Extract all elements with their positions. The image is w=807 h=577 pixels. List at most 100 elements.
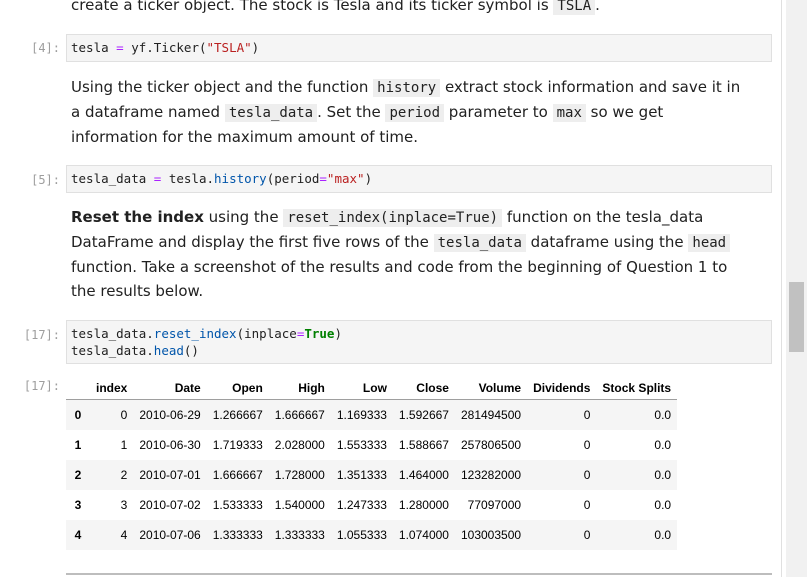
table-cell: 281494500 <box>460 408 522 422</box>
md-text: . Set the <box>317 103 386 121</box>
code-function: head <box>153 343 184 358</box>
table-cell: 103003500 <box>460 528 522 542</box>
code-keyword: True <box>304 326 335 341</box>
table-cell: 3 <box>120 498 128 512</box>
inline-code: history <box>373 79 441 97</box>
table-cell: 257806500 <box>460 438 522 452</box>
code-cell-17[interactable]: tesla_data.reset_index(inplace=True) tes… <box>66 320 772 364</box>
code-token: (period <box>266 171 320 186</box>
table-cell: 1.266667 <box>212 408 263 422</box>
table-cell: 0 <box>583 408 591 422</box>
row-index: 1 <box>74 438 82 452</box>
table-cell: 0 <box>583 438 591 452</box>
inline-code: max <box>552 104 586 122</box>
code-line: tesla_data.reset_index(inplace=True) <box>71 325 767 342</box>
code-token: (inplace <box>236 326 297 341</box>
row-index: 0 <box>74 408 82 422</box>
md-text: parameter to <box>444 103 553 121</box>
table-cell: 77097000 <box>467 498 522 512</box>
notebook-right-border <box>781 0 782 577</box>
table-cell: 2.028000 <box>274 438 325 452</box>
table-cell: 0.0 <box>654 468 672 482</box>
table-cell: 1.666667 <box>212 468 263 482</box>
inline-code: head <box>688 234 731 252</box>
code-string: "max" <box>326 171 365 186</box>
column-header: Low <box>362 381 387 395</box>
markdown-cell-history: Using the ticker object and the function… <box>71 75 751 149</box>
code-token: = <box>153 171 162 186</box>
table-cell: 1.533333 <box>212 498 263 512</box>
inline-code: period <box>385 104 445 122</box>
table-cell: 1.351333 <box>336 468 387 482</box>
column-header: Volume <box>478 381 522 395</box>
code-token: ) <box>251 40 260 55</box>
table-cell: 2010-06-30 <box>139 438 201 452</box>
table-cell: 2010-07-02 <box>139 498 201 512</box>
row-index: 4 <box>74 528 82 542</box>
table-cell: 0 <box>583 498 591 512</box>
table-cell: 1.728000 <box>274 468 325 482</box>
code-token: tesla. <box>168 171 215 186</box>
table-cell: 1.074000 <box>398 528 449 542</box>
table-cell: 1.333333 <box>274 528 325 542</box>
table-row: 3 3 2010-07-02 1.533333 1.540000 1.24733… <box>66 490 677 520</box>
code-token: ) <box>364 171 373 186</box>
table-cell: 1.588667 <box>398 438 449 452</box>
column-header: index <box>96 381 128 395</box>
code-token: ) <box>334 326 342 341</box>
table-cell: 2 <box>120 468 128 482</box>
markdown-cell-reset-index: Reset the index using the reset_index(in… <box>71 205 751 303</box>
table-cell: 123282000 <box>460 468 522 482</box>
table-cell: 0.0 <box>654 438 672 452</box>
code-token: ( <box>198 40 207 55</box>
code-token: = <box>319 171 327 186</box>
code-token: yf.Ticker <box>131 40 199 55</box>
table-cell: 1.280000 <box>398 498 449 512</box>
column-header: Date <box>174 381 201 395</box>
code-cell-5[interactable]: tesla_data = tesla.history(period="max") <box>66 165 772 193</box>
inline-code: TSLA <box>553 0 596 15</box>
column-header: Open <box>232 381 263 395</box>
table-cell: 2010-07-06 <box>139 528 201 542</box>
input-prompt: [17]: <box>23 328 60 342</box>
column-header: Close <box>416 381 449 395</box>
md-text: Using the ticker object and the function <box>71 78 374 96</box>
index-header <box>66 377 90 400</box>
inline-code: tesla_data <box>224 104 318 122</box>
markdown-cell-top: create a ticker object. The stock is Tes… <box>71 0 751 18</box>
table-cell: 0.0 <box>654 528 672 542</box>
dataframe-output: index Date Open High Low Close Volume Di… <box>66 377 678 550</box>
table-cell: 2010-07-01 <box>139 468 201 482</box>
table-cell: 2010-06-29 <box>139 408 201 422</box>
table-cell: 1.247333 <box>336 498 387 512</box>
input-prompt: [4]: <box>31 41 60 55</box>
md-bold-text: Reset the index <box>71 208 204 226</box>
md-text: . <box>595 0 600 14</box>
column-header: High <box>298 381 325 395</box>
md-text: create a ticker object. The stock is Tes… <box>71 0 554 14</box>
table-cell: 1.719333 <box>212 438 263 452</box>
code-line: tesla_data.head() <box>71 342 767 359</box>
table-cell: 1.464000 <box>398 468 449 482</box>
next-cell-border <box>66 573 772 575</box>
code-cell-4[interactable]: tesla = yf.Ticker("TSLA") <box>66 34 772 62</box>
table-cell: 1.169333 <box>336 408 387 422</box>
table-cell: 4 <box>120 528 128 542</box>
table-row: 1 1 2010-06-30 1.719333 2.028000 1.55333… <box>66 430 677 460</box>
code-token: tesla_data <box>71 171 147 186</box>
code-token: tesla_data. <box>71 343 154 358</box>
code-token: = <box>116 40 124 55</box>
output-prompt: [17]: <box>23 379 60 393</box>
table-cell: 0.0 <box>654 408 672 422</box>
table-row: 0 0 2010-06-29 1.266667 1.666667 1.16933… <box>66 399 678 430</box>
code-token: tesla_data. <box>71 326 154 341</box>
table-cell: 1.333333 <box>212 528 263 542</box>
inline-code: tesla_data <box>433 234 526 252</box>
table-cell: 0 <box>583 468 591 482</box>
code-function: reset_index <box>153 326 237 341</box>
md-text: dataframe using the <box>525 233 689 251</box>
table-cell: 1.553333 <box>336 438 387 452</box>
table-cell: 0.0 <box>654 498 672 512</box>
scrollbar-thumb[interactable] <box>789 282 804 352</box>
row-index: 2 <box>74 468 82 482</box>
